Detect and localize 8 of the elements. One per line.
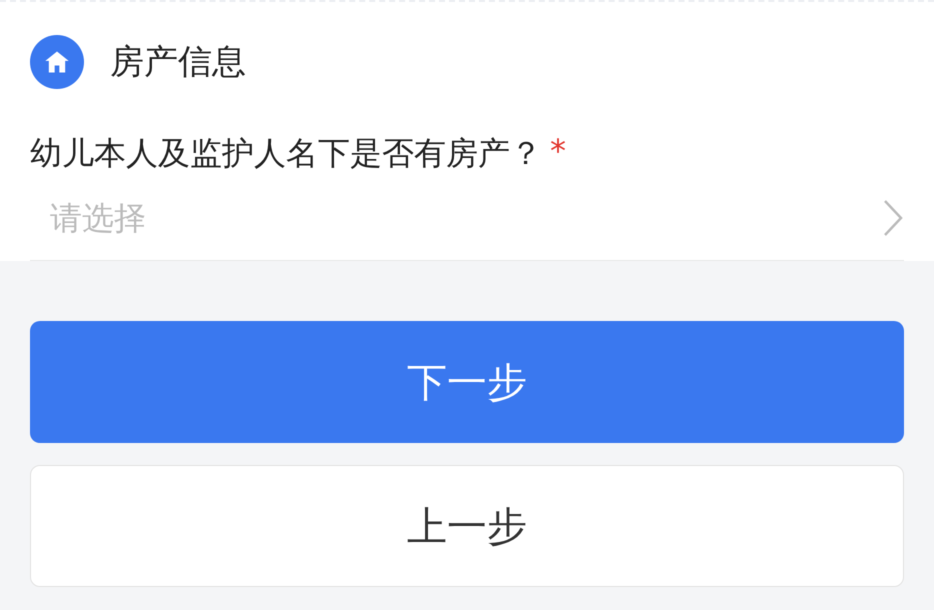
house-icon xyxy=(30,35,84,89)
select-field[interactable]: 请选择 xyxy=(30,199,650,237)
section-title: 房产信息 xyxy=(110,41,246,84)
next-button[interactable]: 下一步 xyxy=(30,321,904,443)
question-label: 幼儿本人及监护人名下是否有房产？ xyxy=(30,133,542,174)
back-button[interactable]: 上一步 xyxy=(30,465,904,587)
chevron-right-icon xyxy=(882,198,904,238)
required-mark: * xyxy=(550,132,566,172)
